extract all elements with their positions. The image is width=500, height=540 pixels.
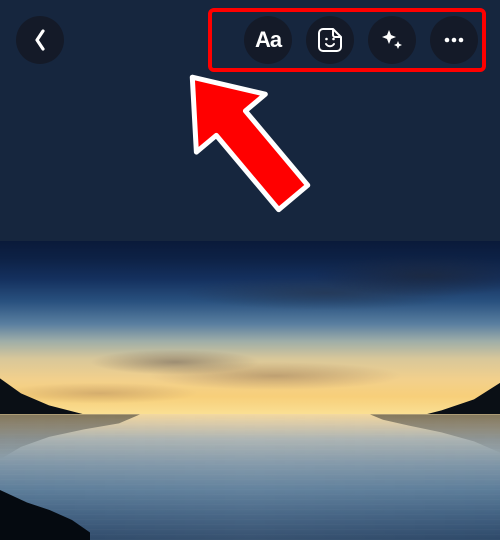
top-toolbar: Aa xyxy=(0,0,500,80)
text-tool-label: Aa xyxy=(255,27,281,53)
photo-clouds xyxy=(0,241,500,414)
more-tool-button[interactable] xyxy=(430,16,478,64)
story-photo[interactable] xyxy=(0,241,500,540)
text-tool-button[interactable]: Aa xyxy=(244,16,292,64)
back-button[interactable] xyxy=(16,16,64,64)
sticker-tool-button[interactable] xyxy=(306,16,354,64)
ellipsis-icon xyxy=(441,27,467,53)
sparkle-icon xyxy=(379,27,405,53)
photo-water xyxy=(0,414,500,540)
editor-tool-group: Aa xyxy=(238,12,484,68)
chevron-left-icon xyxy=(33,29,47,51)
effects-tool-button[interactable] xyxy=(368,16,416,64)
sticker-icon xyxy=(317,27,343,53)
